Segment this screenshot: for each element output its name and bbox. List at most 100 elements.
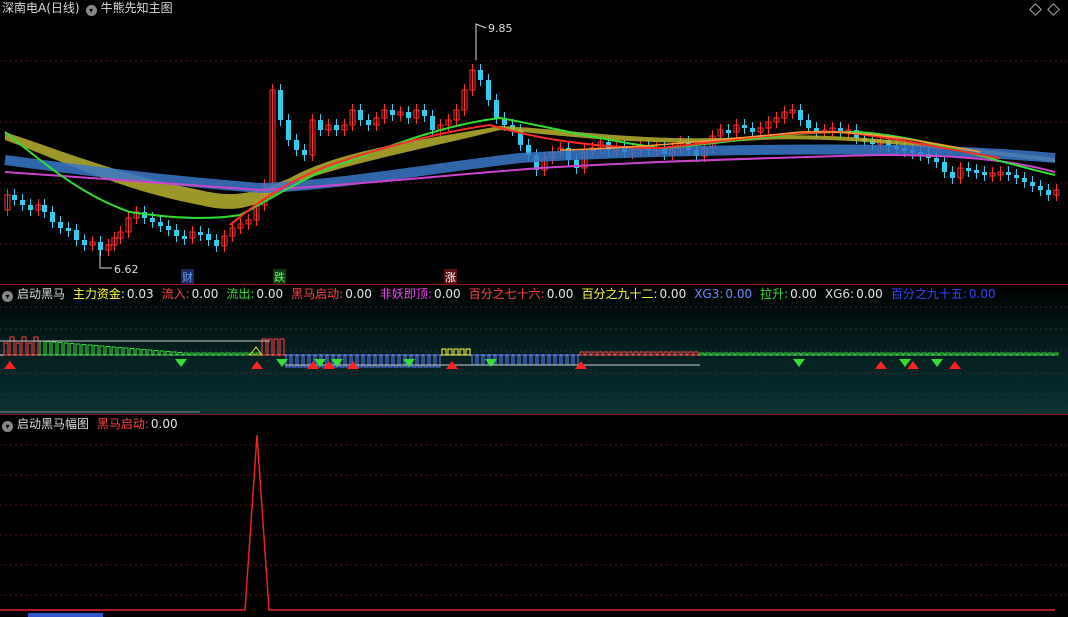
stock-title[interactable]: 深南电A(日线) bbox=[2, 1, 80, 15]
candle-body bbox=[1022, 178, 1027, 182]
volume-bar bbox=[513, 354, 519, 366]
volume-bar bbox=[135, 348, 141, 356]
volume-bar bbox=[645, 351, 651, 356]
candle-body bbox=[206, 234, 211, 240]
volume-bar bbox=[861, 352, 867, 356]
candle-body bbox=[214, 240, 219, 246]
volume-bar bbox=[969, 352, 975, 356]
candle-body bbox=[726, 130, 731, 133]
sub2-field-list: 黑马启动: 0.00 bbox=[97, 417, 186, 431]
sub1-menu-icon[interactable]: ▾ bbox=[2, 291, 13, 302]
sub1-title[interactable]: 启动黑马 bbox=[17, 287, 65, 301]
up-signal-icon bbox=[907, 361, 919, 369]
candle-body bbox=[318, 120, 323, 130]
volume-bar bbox=[33, 336, 39, 356]
volume-bar bbox=[945, 352, 951, 356]
down-signal-icon bbox=[403, 359, 415, 367]
volume-bar bbox=[81, 344, 87, 356]
candle-body bbox=[28, 205, 33, 210]
volume-bar bbox=[933, 352, 939, 356]
candle-body bbox=[198, 232, 203, 235]
volume-bar bbox=[687, 351, 693, 356]
volume-bar bbox=[627, 351, 633, 356]
volume-bar bbox=[1047, 352, 1053, 356]
volume-bar bbox=[981, 352, 987, 356]
volume-bar bbox=[441, 348, 447, 356]
down-signal-icon bbox=[899, 359, 911, 367]
volume-bar bbox=[549, 354, 555, 366]
volume-bar bbox=[1017, 352, 1023, 356]
volume-bar bbox=[177, 352, 183, 356]
volume-bar bbox=[609, 351, 615, 356]
sub1-field-label: 拉升: bbox=[760, 287, 789, 301]
sub1-field-value: 0.00 bbox=[345, 287, 372, 301]
volume-bar bbox=[201, 352, 207, 356]
volume-bar bbox=[273, 338, 279, 356]
volume-bar bbox=[1011, 352, 1017, 356]
volume-bar bbox=[75, 343, 81, 356]
sub2-title[interactable]: 启动黑马幅图 bbox=[17, 417, 89, 431]
volume-bar bbox=[753, 352, 759, 356]
sub1-field-4: 非妖即顶: 0.00 bbox=[380, 287, 465, 301]
volume-bar bbox=[681, 351, 687, 356]
candle-body bbox=[1014, 175, 1019, 178]
volume-bar bbox=[519, 354, 525, 366]
sub2-menu-icon[interactable]: ▾ bbox=[2, 421, 13, 432]
volume-bar bbox=[531, 354, 537, 366]
candle-body bbox=[50, 212, 55, 222]
volume-bar bbox=[819, 352, 825, 356]
sub2-chart[interactable] bbox=[0, 415, 1068, 617]
sub1-chart[interactable] bbox=[0, 285, 1068, 414]
time-cursor bbox=[28, 613, 103, 617]
volume-bar bbox=[915, 352, 921, 356]
volume-bar bbox=[1041, 352, 1047, 356]
sub1-field-label: XG6: bbox=[824, 287, 855, 301]
candle-body bbox=[1030, 182, 1035, 186]
indicator-name[interactable]: 牛熊先知主图 bbox=[101, 1, 173, 15]
candle-body bbox=[66, 228, 71, 231]
volume-bar bbox=[657, 351, 663, 356]
volume-bar bbox=[159, 350, 165, 356]
volume-bar bbox=[885, 352, 891, 356]
volume-bar bbox=[63, 342, 69, 356]
sub1-field-9: XG6: 0.00 bbox=[825, 287, 887, 301]
indicator-panel-qidong-heima[interactable]: ▾ 启动黑马 主力资金: 0.03 流入: 0.00 流出: 0.00 黑马启动: 0.00 非妖… bbox=[0, 285, 1068, 415]
indicator-panel-heima-futu[interactable]: ▾ 启动黑马幅图 黑马启动: 0.00 bbox=[0, 415, 1068, 617]
price-chart[interactable] bbox=[0, 0, 1068, 284]
volume-bar bbox=[567, 354, 573, 366]
volume-bar bbox=[459, 348, 465, 356]
volume-bar bbox=[987, 352, 993, 356]
up-signal-icon bbox=[875, 361, 887, 369]
volume-bar bbox=[129, 348, 135, 356]
volume-bar bbox=[729, 352, 735, 356]
sub1-field-value: 0.00 bbox=[659, 287, 687, 301]
volume-bar bbox=[759, 352, 765, 356]
down-signal-icon bbox=[175, 359, 187, 367]
volume-bar bbox=[747, 352, 753, 356]
sub1-field-label: 流入: bbox=[161, 287, 190, 301]
indicator-menu-icon[interactable]: ▾ bbox=[85, 5, 97, 16]
volume-bar bbox=[183, 352, 189, 356]
low-pointer bbox=[99, 250, 112, 269]
volume-bar bbox=[495, 354, 501, 366]
sub1-field-6: 百分之九十二: 0.00 bbox=[581, 287, 690, 301]
volume-bar bbox=[585, 351, 591, 356]
sub1-field-label: 非妖即顶: bbox=[379, 287, 432, 301]
main-chart-panel[interactable]: 深南电A(日线) ▾ 牛熊先知主图 9.85 6.62 财 跌 涨 bbox=[0, 0, 1068, 285]
volume-bar bbox=[903, 352, 909, 356]
volume-bar bbox=[1005, 352, 1011, 356]
sub1-field-2: 流出: 0.00 bbox=[226, 287, 287, 301]
candle-body bbox=[358, 110, 363, 120]
volume-bar bbox=[21, 336, 27, 356]
sub2-field-value: 0.00 bbox=[150, 417, 178, 431]
volume-bar bbox=[87, 344, 93, 356]
volume-bar bbox=[51, 341, 57, 356]
volume-bar bbox=[621, 351, 627, 356]
marker-die: 跌 bbox=[273, 269, 286, 284]
volume-bar bbox=[543, 354, 549, 366]
volume-bar bbox=[501, 354, 507, 366]
up-signal-icon bbox=[251, 361, 263, 369]
candle-body bbox=[494, 100, 499, 118]
volume-bar bbox=[477, 354, 483, 366]
candle-body bbox=[942, 162, 947, 172]
